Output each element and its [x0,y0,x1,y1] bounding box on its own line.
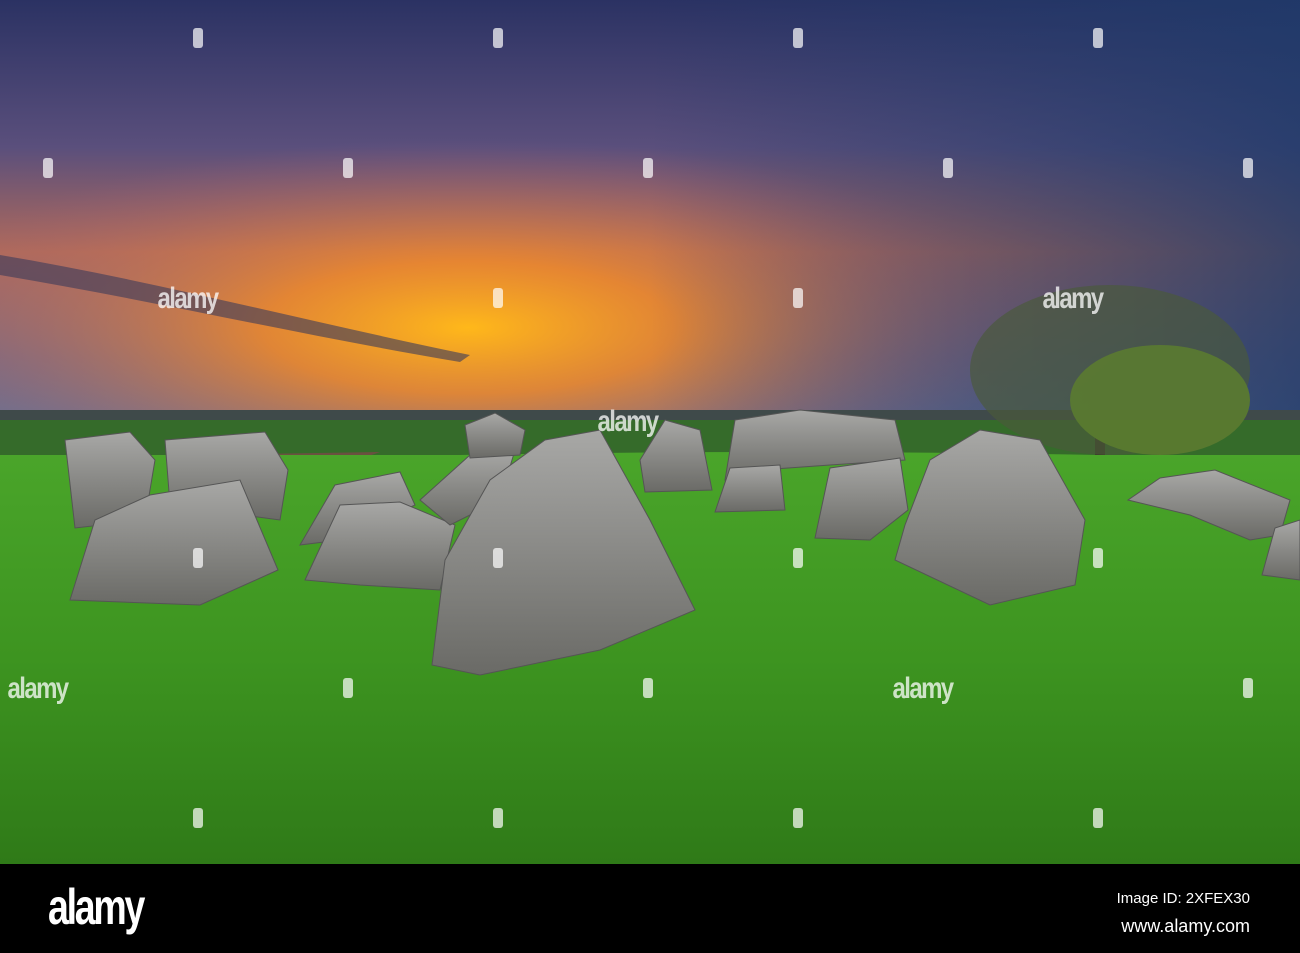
watermark: alamy [157,282,220,315]
watermark-dot [793,288,803,308]
watermark-dot [1093,548,1103,568]
watermark-dot [493,548,503,568]
watermark: alamy [892,672,955,705]
watermark-dot [943,158,953,178]
watermark-dot [793,808,803,828]
watermark: alamy [597,405,660,438]
watermark-dot [43,158,53,178]
watermark-dot [793,28,803,48]
watermark-dot [193,548,203,568]
alamy-logo: alamy [48,879,145,935]
watermark-dot [793,548,803,568]
watermark-dot [1243,158,1253,178]
watermark-dot [1243,678,1253,698]
watermark-dot [193,808,203,828]
watermark-dot [643,158,653,178]
watermark-dot [1093,28,1103,48]
watermark-dot [1093,808,1103,828]
watermark-dot [493,288,503,308]
watermark-dot [643,678,653,698]
footer-bar: alamy Image ID: 2XFEX30 www.alamy.com [0,864,1300,953]
watermark: alamy [7,672,70,705]
watermark-dot [493,808,503,828]
watermark-dot [493,28,503,48]
site-url: www.alamy.com [1121,916,1250,936]
image-id: Image ID: 2XFEX30 [1116,890,1250,907]
watermark-dot [193,28,203,48]
watermark-dot [343,678,353,698]
tree [970,285,1250,455]
watermark-dot [343,158,353,178]
watermark: alamy [1042,282,1105,315]
